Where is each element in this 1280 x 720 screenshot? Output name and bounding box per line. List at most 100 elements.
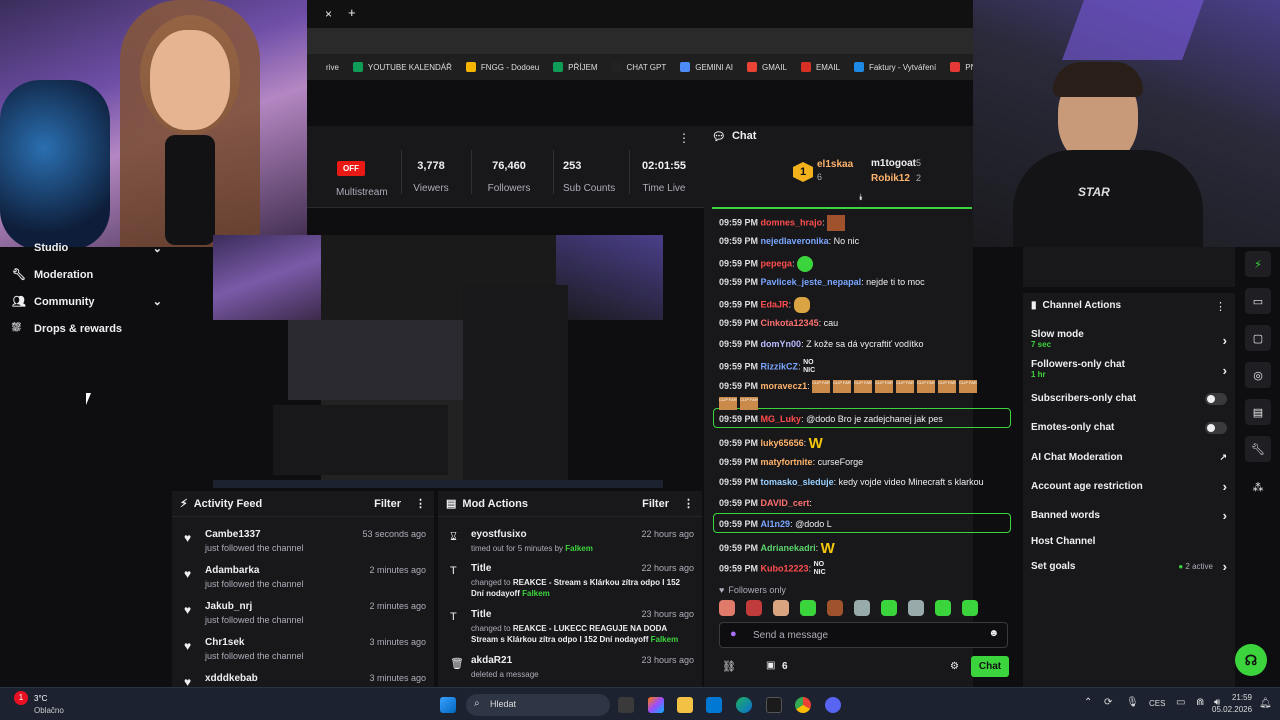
multistream-label[interactable]: Multistream <box>336 187 388 198</box>
gear-icon[interactable]: ⚙︎ <box>950 661 959 672</box>
activity-item[interactable]: ♥ Adambarka just followed the channel 2 min… <box>184 565 426 599</box>
emote-icon[interactable] <box>881 600 897 616</box>
chat-message[interactable]: 09:59 PM nejedlaveronika: No nic <box>719 236 969 246</box>
bookmark-item[interactable]: FNGG - Dodoeu <box>465 62 539 72</box>
more-options-icon[interactable]: ⋮ <box>683 497 694 510</box>
host-channel-item[interactable]: Host Channel <box>1031 536 1227 547</box>
more-options-icon[interactable]: ⋮ <box>415 497 426 510</box>
chat-message[interactable]: 09:59 PM luky65656: W <box>719 435 969 452</box>
bookmark-item[interactable]: GEMINI AI <box>680 62 733 72</box>
emote-picker-icon[interactable]: ☻ <box>988 628 999 639</box>
mic-icon[interactable]: ● <box>730 628 737 640</box>
chat-message[interactable]: 09:59 PM moravecz1: CLIP FARMCLIP FARMCL… <box>719 380 978 393</box>
activity-item[interactable]: ♥ Cambe1337 just followed the channel 53 se… <box>184 529 426 563</box>
weather-desc[interactable]: Oblačno <box>34 706 64 715</box>
bookmark-item[interactable]: rive <box>311 62 339 72</box>
clock-time[interactable]: 21:59 <box>1231 693 1252 702</box>
language-indicator[interactable]: CES <box>1149 699 1165 708</box>
top-chatter-2[interactable]: m1togoat <box>871 158 916 169</box>
discord-icon[interactable] <box>825 697 841 713</box>
chevron-up-icon[interactable]: ⌃ <box>1084 697 1092 708</box>
more-options-icon[interactable]: ⋮ <box>1215 300 1226 313</box>
clipboard-icon[interactable]: ▭ <box>1245 288 1271 314</box>
mod-filter-button[interactable]: Filter <box>642 498 669 510</box>
mod-action-item[interactable]: T Title 22 hours ago changed to REAKCE - St… <box>450 563 694 607</box>
link-icon[interactable]: ⛓︎ <box>722 660 736 673</box>
chat-message[interactable]: 09:59 PM MG_Luky: @dodo Bro je zadejchan… <box>719 414 969 424</box>
wifi-icon[interactable]: ⋒ <box>1196 697 1204 708</box>
chat-message[interactable]: 09:59 PM Pavlicek_jeste_nepapal: nejde t… <box>719 277 969 287</box>
bookmark-item[interactable]: EMAIL <box>800 62 840 72</box>
network-icon[interactable]: ▭ <box>1176 697 1185 708</box>
chat-message[interactable]: 09:59 PM pepega: <box>719 256 969 272</box>
close-tab-icon[interactable]: × <box>325 7 332 21</box>
emotes-only-toggle[interactable] <box>1205 422 1227 434</box>
clock-date[interactable]: 05.02.2026 <box>1212 705 1252 714</box>
slow-mode-item[interactable]: Slow mode 7 sec › <box>1031 329 1227 349</box>
users-icon[interactable]: ⁂ <box>1245 474 1271 500</box>
banned-words-item[interactable]: Banned words › <box>1031 508 1227 523</box>
notifications-icon[interactable]: 🔔︎ <box>1259 698 1272 709</box>
mod-action-item[interactable]: T Title 23 hours ago changed to REAKCE - LU… <box>450 609 694 653</box>
collapse-icon[interactable]: ⯯ <box>858 192 863 203</box>
sync-icon[interactable]: ⟳ <box>1104 697 1112 708</box>
chat-message[interactable]: 09:59 PM Kubo12223: NO NIC <box>719 561 969 577</box>
chat-message[interactable]: 09:59 PM RizzikCZ: NO NIC <box>719 359 969 375</box>
layers-icon[interactable]: ▤ <box>1245 399 1271 425</box>
bookmark-item[interactable]: GMAIL <box>747 62 787 72</box>
chat-message[interactable]: 09:59 PM EdaJR: <box>719 297 969 313</box>
subscribers-only-item[interactable]: Subscribers-only chat <box>1031 393 1227 405</box>
support-icon[interactable]: ☊ <box>1235 644 1267 676</box>
chat-message[interactable]: 09:59 PM domYn00: Z kože sa dá vycraftiť… <box>719 339 969 349</box>
bookmark-item[interactable]: CHAT GPT <box>611 62 666 72</box>
chat-input[interactable]: ● Send a message ☻ <box>719 622 1008 648</box>
send-chat-button[interactable]: Chat <box>971 656 1009 677</box>
emote-icon[interactable] <box>773 600 789 616</box>
chat-bubble-icon[interactable]: ▢ <box>1245 325 1271 351</box>
followers-only-item[interactable]: Followers-only chat 1 hr › <box>1031 359 1227 379</box>
account-age-item[interactable]: Account age restriction › <box>1031 479 1227 494</box>
top-chatter-3[interactable]: Robik12 <box>871 173 910 184</box>
activity-item[interactable]: ♥ Chr1sek just followed the channel 3 minut… <box>184 637 426 671</box>
activity-item[interactable]: ♥ Jakub_nrj just followed the channel 2 min… <box>184 601 426 635</box>
emotes-only-item[interactable]: Emotes-only chat <box>1031 422 1227 434</box>
terminal-icon[interactable] <box>766 697 782 713</box>
file-explorer-icon[interactable] <box>677 697 693 713</box>
wrench-icon[interactable]: 🔧︎ <box>1245 436 1271 462</box>
bookmark-item[interactable]: PŘÍJEM <box>553 62 598 72</box>
emote-icon[interactable] <box>719 600 735 616</box>
bolt-icon[interactable]: ⚡︎ <box>1245 251 1271 277</box>
sidebar-item-community[interactable]: 👥︎ Community ⌄ <box>12 295 162 309</box>
edge-icon[interactable] <box>736 697 752 713</box>
chat-message[interactable]: 09:59 PM domnes_hrajo: <box>719 215 969 231</box>
sidebar-item-studio[interactable]: Studio ⌄ <box>12 242 162 255</box>
stream-preview[interactable] <box>213 235 663 488</box>
sidebar-item-moderation[interactable]: 🔧︎ Moderation <box>12 268 162 282</box>
new-tab-button[interactable]: + <box>348 5 356 20</box>
activity-filter-button[interactable]: Filter <box>374 498 401 510</box>
task-view-icon[interactable] <box>618 697 634 713</box>
outlook-icon[interactable] <box>706 697 722 713</box>
sidebar-item-drops[interactable]: ⛆ Drops & rewards <box>12 322 162 335</box>
bookmark-item[interactable]: PNG to PDF <box>950 62 973 72</box>
copilot-icon[interactable] <box>648 697 664 713</box>
chrome-icon[interactable] <box>795 697 811 713</box>
set-goals-item[interactable]: Set goals ● 2 active › <box>1031 559 1227 574</box>
chat-message[interactable]: 09:59 PM matyfortnite: curseForge <box>719 457 969 467</box>
emote-icon[interactable] <box>854 600 870 616</box>
emote-icon[interactable] <box>746 600 762 616</box>
top-chatter-1[interactable]: el1skaa <box>817 159 853 170</box>
emote-icon[interactable] <box>962 600 978 616</box>
subscribers-only-toggle[interactable] <box>1205 393 1227 405</box>
windows-start-icon[interactable] <box>440 697 456 713</box>
chat-message[interactable]: 09:59 PM Cinkota12345: cau <box>719 318 969 328</box>
emote-icon[interactable] <box>935 600 951 616</box>
chat-message[interactable]: 09:59 PM DAVID_cert: <box>719 498 969 508</box>
more-options-icon[interactable]: ⋮ <box>678 131 690 145</box>
taskbar-search[interactable]: ⌕ Hledat <box>466 694 610 716</box>
chat-message[interactable]: 09:59 PM Al1n29: @dodo L <box>719 519 969 529</box>
bookmark-item[interactable]: YOUTUBE KALENDÁŘ <box>352 62 452 72</box>
emote-icon[interactable] <box>908 600 924 616</box>
chat-message[interactable]: 09:59 PM Adrianekadri: W <box>719 540 969 557</box>
bookmark-item[interactable]: Faktury - Vytváření <box>853 62 936 72</box>
